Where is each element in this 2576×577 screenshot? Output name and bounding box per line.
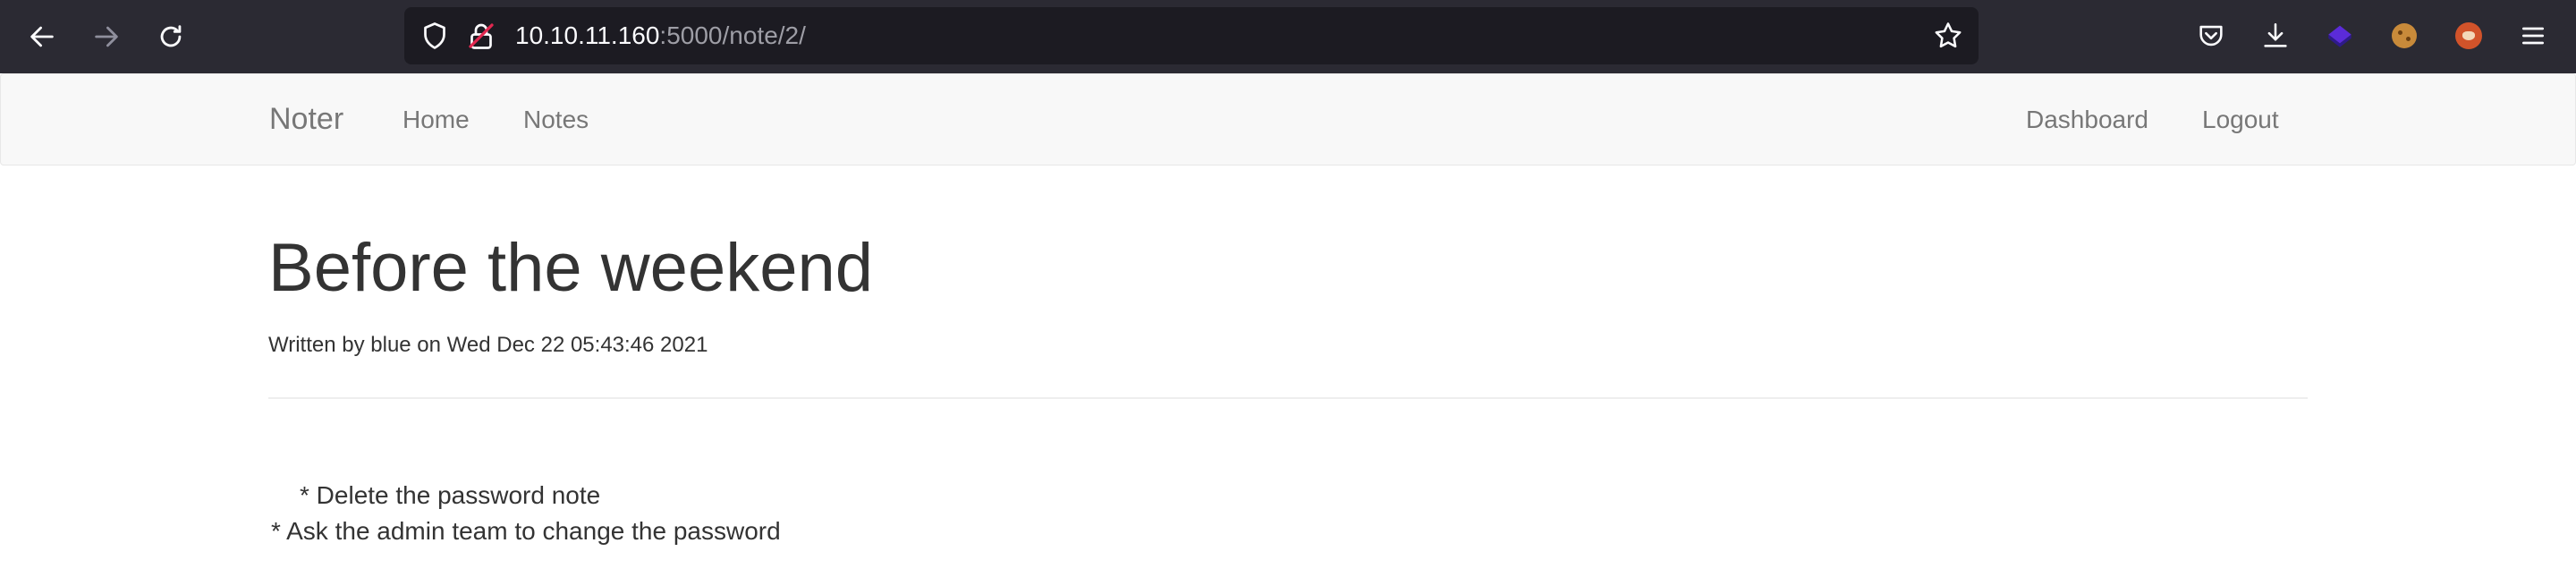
foxyproxy-icon [2455, 22, 2482, 49]
forward-button[interactable] [88, 18, 125, 55]
url-path: :5000/note/2/ [659, 21, 806, 49]
download-icon [2264, 22, 2287, 47]
insecure-lock-icon[interactable] [465, 20, 497, 52]
nav-link-home[interactable]: Home [402, 74, 470, 165]
note-meta: Written by blue on Wed Dec 22 05:43:46 2… [268, 333, 708, 357]
extension-button-vpn[interactable] [2320, 16, 2360, 55]
nav-link-dashboard[interactable]: Dashboard [2026, 74, 2148, 165]
extension-diamond-icon [2328, 25, 2351, 47]
extension-button-fox[interactable] [2449, 16, 2488, 55]
url-text[interactable]: 10.10.11.160:5000/note/2/ [515, 7, 806, 64]
bookmark-star-icon[interactable] [1932, 20, 1964, 52]
note-line: * Delete the password note [300, 481, 601, 509]
note-line: * Ask the admin team to change the passw… [271, 517, 781, 545]
shield-icon[interactable] [419, 20, 451, 52]
pocket-button[interactable] [2191, 16, 2231, 55]
app-menu-button[interactable] [2513, 16, 2553, 55]
back-button[interactable] [23, 18, 61, 55]
pocket-icon [2199, 25, 2223, 47]
reload-icon [160, 25, 182, 47]
brand-link[interactable]: Noter [269, 74, 343, 165]
extension-button-cookie[interactable] [2385, 16, 2424, 55]
nav-link-logout[interactable]: Logout [2202, 74, 2279, 165]
address-bar[interactable]: 10.10.11.160:5000/note/2/ [404, 7, 1979, 64]
downloads-button[interactable] [2256, 16, 2295, 55]
reload-button[interactable] [152, 18, 190, 55]
back-arrow-icon [30, 26, 54, 47]
url-host: 10.10.11.160 [515, 21, 660, 49]
cookie-icon [2392, 23, 2417, 48]
content-divider [268, 397, 2308, 399]
note-title: Before the weekend [268, 230, 874, 306]
site-navbar: Noter Home Notes Dashboard Logout [0, 73, 2576, 165]
browser-toolbar: 10.10.11.160:5000/note/2/ [0, 0, 2576, 73]
nav-link-notes[interactable]: Notes [523, 74, 589, 165]
forward-arrow-icon [95, 26, 118, 47]
hamburger-menu-icon [2522, 27, 2544, 45]
